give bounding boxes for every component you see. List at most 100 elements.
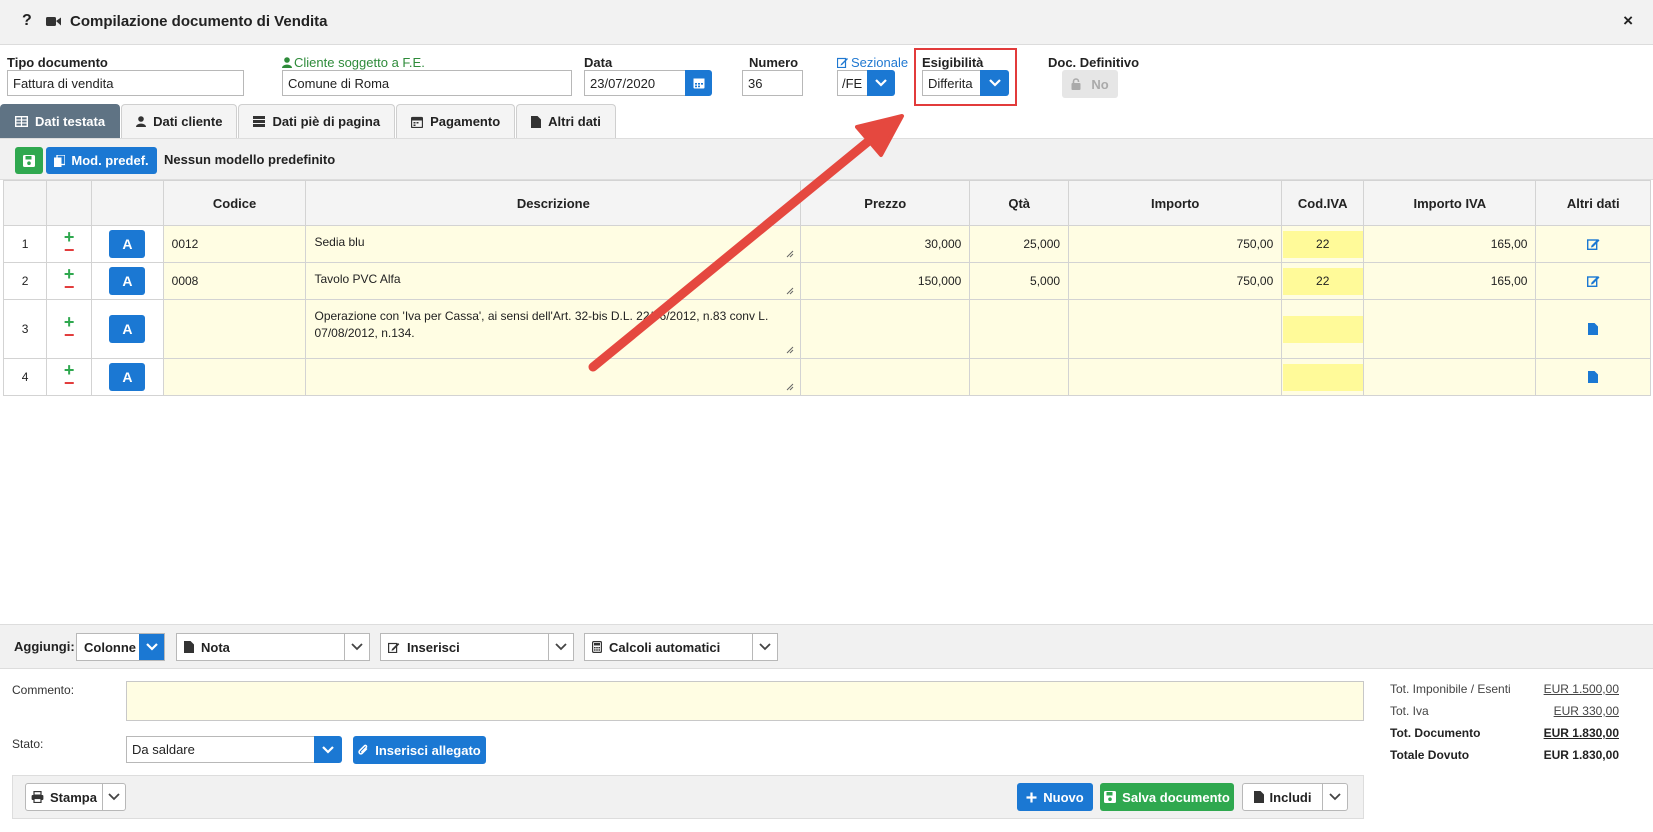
codice-cell[interactable]: 0008 [162,262,307,300]
minus-icon[interactable]: − [64,374,75,392]
importo-cell[interactable] [1068,358,1283,396]
data-input[interactable]: 23/07/2020 [584,70,686,96]
salva-documento-button[interactable]: Salva documento [1100,783,1234,811]
stato-dropdown[interactable] [314,736,342,763]
descrizione-cell[interactable] [305,358,802,396]
importo-cell[interactable]: 750,00 [1068,262,1283,300]
mod-predef-button[interactable]: Mod. predef. [46,147,157,174]
prezzo-cell[interactable] [800,358,971,396]
qta-cell[interactable]: 25,000 [969,225,1070,263]
prezzo-cell[interactable]: 150,000 [800,262,971,300]
numero-label: Numero [749,55,799,70]
descrizione-text: Operazione con 'Iva per Cassa', ai sensi… [314,309,769,340]
file-icon[interactable] [1588,323,1599,335]
inserisci-allegato-button[interactable]: Inserisci allegato [353,736,486,764]
add-bar: Aggiungi: Colonne Nota Inserisci Calcoli… [0,624,1653,669]
table-header-row: Codice Descrizione Prezzo Qtà Importo Co… [2,180,1651,226]
a-button-cell: A [91,262,164,300]
tab-pagamento[interactable]: Pagamento [396,104,516,138]
stampa-button[interactable]: Stampa [25,783,103,811]
inserisci-select[interactable]: Inserisci [380,633,574,661]
cod-iva-input[interactable] [1282,315,1363,343]
file-icon[interactable] [1588,371,1599,383]
close-icon[interactable]: × [1623,11,1633,31]
chevron-down-icon[interactable] [139,634,164,660]
cod-iva-input[interactable] [1282,363,1363,391]
save-model-button[interactable] [15,147,43,174]
qta-cell[interactable] [969,299,1070,359]
includi-dropdown[interactable] [1322,783,1348,811]
add-remove-cell: + − [46,358,93,396]
importo-cell[interactable]: 750,00 [1068,225,1283,263]
tot-imponibile-value[interactable]: EUR 1.500,00 [1544,682,1619,696]
article-button[interactable]: A [109,315,146,343]
minus-icon[interactable]: − [64,326,75,344]
cod-iva-input[interactable]: 22 [1282,267,1363,295]
descrizione-text: Tavolo PVC Alfa [314,272,401,286]
a-button-cell: A [91,225,164,263]
codice-cell[interactable]: 0012 [162,225,307,263]
descrizione-cell[interactable]: Sedia blu [305,225,802,263]
help-icon[interactable]: ? [22,12,32,30]
column-header-codice: Codice [162,180,307,226]
tot-documento-value[interactable]: EUR 1.830,00 [1544,726,1619,740]
numero-input[interactable]: 36 [742,70,803,96]
sezionale-dropdown[interactable] [867,70,895,96]
codice-cell[interactable] [162,299,307,359]
tab-dati-pie-di-pagina[interactable]: Dati piè di pagina [238,104,396,138]
stato-select[interactable]: Da saldare [126,736,315,763]
nuovo-button[interactable]: Nuovo [1017,783,1093,811]
cod-iva-cell: 22 [1281,225,1365,263]
minus-icon[interactable]: − [64,241,75,259]
edit-icon[interactable] [1586,238,1600,250]
sezionale-label[interactable]: Sezionale [837,55,908,70]
prezzo-cell[interactable]: 30,000 [800,225,971,263]
calendar-button[interactable] [685,70,712,96]
colonne-select[interactable]: Colonne [76,633,165,661]
resize-grip-icon[interactable] [786,383,794,391]
tot-documento-label: Tot. Documento [1390,726,1481,740]
stampa-dropdown[interactable] [102,783,126,811]
qta-cell[interactable]: 5,000 [969,262,1070,300]
commento-textarea[interactable] [126,681,1364,721]
descrizione-cell[interactable]: Tavolo PVC Alfa [305,262,802,300]
sezionale-input[interactable]: /FE [837,70,868,96]
column-header-descrizione: Descrizione [305,180,802,226]
inserisci-allegato-label: Inserisci allegato [375,742,481,758]
resize-grip-icon[interactable] [786,346,794,354]
edit-icon[interactable] [1586,275,1600,287]
importo-cell[interactable] [1068,299,1283,359]
article-button[interactable]: A [109,267,146,295]
tipo-documento-input[interactable]: Fattura di vendita [7,70,244,96]
plus-icon [1026,792,1037,803]
cod-iva-input[interactable]: 22 [1282,230,1363,258]
chevron-down-icon[interactable] [548,634,573,660]
doc-definitivo-toggle[interactable]: No [1062,70,1118,98]
article-button[interactable]: A [109,230,146,258]
user-icon [136,116,147,127]
qta-cell[interactable] [969,358,1070,396]
tab-altri-dati[interactable]: Altri dati [516,104,616,138]
tab-dati-testata[interactable]: Dati testata [0,104,121,138]
resize-grip-icon[interactable] [786,287,794,295]
doc-definitivo-label: Doc. Definitivo [1048,55,1140,70]
window-titlebar: ? Compilazione documento di Vendita × [0,0,1653,45]
file-icon [184,641,194,653]
tab-dati-cliente[interactable]: Dati cliente [121,104,238,138]
chevron-down-icon[interactable] [752,634,777,660]
cliente-input[interactable]: Comune di Roma [282,70,572,96]
includi-button[interactable]: Includi [1242,783,1323,811]
video-camera-icon[interactable] [46,16,61,27]
prezzo-cell[interactable] [800,299,971,359]
resize-grip-icon[interactable] [786,250,794,258]
codice-cell[interactable] [162,358,307,396]
model-status-text: Nessun modello predefinito [164,152,336,167]
chevron-down-icon[interactable] [344,634,369,660]
nota-select[interactable]: Nota [176,633,370,661]
article-button[interactable]: A [109,363,146,391]
descrizione-cell[interactable]: Operazione con 'Iva per Cassa', ai sensi… [305,299,802,359]
tot-iva-value[interactable]: EUR 330,00 [1554,704,1619,718]
calcoli-automatici-select[interactable]: Calcoli automatici [584,633,778,661]
minus-icon[interactable]: − [64,278,75,296]
server-icon [253,116,266,127]
